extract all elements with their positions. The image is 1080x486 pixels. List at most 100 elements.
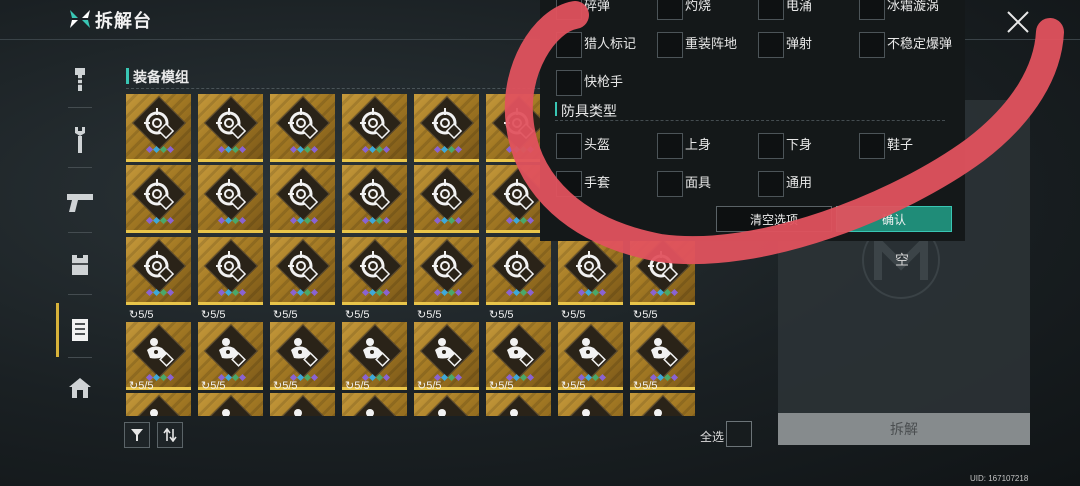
module-gems [145,145,175,154]
effect-option-checkbox[interactable] [859,0,885,20]
armor-type-title: 防具类型 [561,103,617,119]
armor-option-checkbox[interactable] [657,171,683,197]
module-gems [505,288,535,297]
bolt-icon [75,68,85,91]
module-card[interactable] [342,165,407,233]
module-gems [577,288,607,297]
filter-button[interactable] [124,422,150,448]
target-module-icon [216,179,247,211]
close-button[interactable] [1004,8,1032,36]
module-card[interactable] [198,237,263,305]
module-charge-count: ↻5/5 [273,309,298,321]
module-card[interactable] [126,94,191,162]
effect-option-checkbox[interactable] [556,70,582,96]
cluster-module-icon [363,338,390,367]
sidebar-item-armor[interactable] [62,245,98,285]
effect-option-checkbox[interactable] [556,32,582,58]
sidebar-item-tools[interactable] [62,120,98,160]
module-card-icon [72,319,88,341]
module-card[interactable] [126,165,191,233]
cluster-module-icon [654,409,662,416]
effect-option-label: 重装阵地 [685,36,738,51]
confirm-button[interactable]: 确认 [836,206,952,232]
effect-option-label: 碎弹 [584,0,611,13]
module-card[interactable] [342,237,407,305]
cluster-module-icon [366,409,374,416]
module-card[interactable] [630,237,695,305]
module-card[interactable] [270,237,335,305]
effect-option-checkbox[interactable] [657,0,683,20]
module-card[interactable] [486,237,551,305]
sidebar-divider [68,232,92,233]
pistol-icon [67,194,93,212]
dismantle-button[interactable]: 拆解 [778,413,1030,445]
module-gems [217,145,247,154]
sort-icon [163,428,177,442]
sidebar-item-weapons[interactable] [62,183,98,223]
target-module-icon [504,251,535,283]
module-card[interactable] [342,393,407,416]
gem-icon [526,288,535,297]
sort-button[interactable] [157,422,183,448]
sidebar-item-home[interactable] [62,368,98,408]
module-gems [649,288,679,297]
module-card[interactable] [558,393,623,416]
module-gems [145,288,175,297]
module-card[interactable] [486,393,551,416]
sidebar-divider [68,357,92,358]
target-module-icon [144,108,175,140]
module-card[interactable] [414,165,479,233]
armor-option-checkbox[interactable] [556,133,582,159]
armor-option-label: 通用 [786,175,813,190]
target-module-icon [360,179,391,211]
gem-icon [310,288,319,297]
effect-option-checkbox[interactable] [859,32,885,58]
armor-option-checkbox[interactable] [556,171,582,197]
effect-option-label: 快枪手 [584,74,624,89]
armor-option-checkbox[interactable] [758,133,784,159]
module-charge-count: ↻5/5 [489,309,514,321]
gem-icon [238,288,247,297]
module-card[interactable] [126,393,191,416]
module-gems [361,216,391,225]
module-card[interactable] [414,237,479,305]
clear-options-button[interactable]: 清空选项 [716,206,832,232]
module-card[interactable] [414,94,479,162]
module-card[interactable] [198,94,263,162]
gem-icon [454,288,463,297]
module-gems [361,145,391,154]
sidebar-item-modules[interactable] [62,310,98,350]
gem-icon [382,288,391,297]
target-module-icon [432,108,463,140]
module-card[interactable] [198,393,263,416]
module-card[interactable] [558,237,623,305]
module-gems [361,288,391,297]
armor-option-label: 下身 [786,137,813,152]
module-gems [433,216,463,225]
module-card[interactable] [270,165,335,233]
cluster-module-icon [507,338,534,367]
cluster-module-icon [435,338,462,367]
module-card[interactable] [270,393,335,416]
armor-option-checkbox[interactable] [758,171,784,197]
module-card[interactable] [342,94,407,162]
effect-option-checkbox[interactable] [758,32,784,58]
effect-option-label: 猎人标记 [584,36,637,51]
effect-option-checkbox[interactable] [758,0,784,20]
module-card[interactable] [630,393,695,416]
cluster-module-icon [579,338,606,367]
module-card[interactable] [126,237,191,305]
cluster-module-icon [219,338,246,367]
armor-option-checkbox[interactable] [859,133,885,159]
armor-option-checkbox[interactable] [657,133,683,159]
effect-option-checkbox[interactable] [556,0,582,20]
effect-option-checkbox[interactable] [657,32,683,58]
module-gems [433,145,463,154]
select-all-checkbox[interactable] [726,421,752,447]
module-gems [505,216,535,225]
module-card[interactable] [414,393,479,416]
sidebar-item-enhance[interactable] [62,60,98,100]
module-card[interactable] [198,165,263,233]
module-card[interactable] [270,94,335,162]
gem-icon [238,216,247,225]
